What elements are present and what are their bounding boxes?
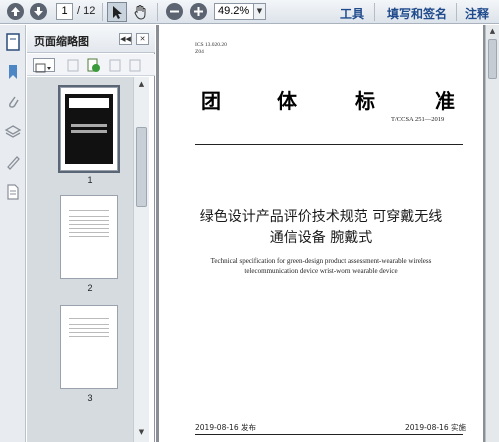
divider-line	[195, 434, 463, 435]
scroll-up-icon[interactable]: ▲	[136, 79, 147, 90]
arrow-up-icon	[11, 7, 20, 16]
next-page-button[interactable]	[30, 3, 47, 20]
previous-page-button[interactable]	[7, 3, 24, 20]
ics-line: ICS 13.020.20	[195, 42, 227, 48]
document-icon[interactable]	[4, 183, 22, 201]
zoom-input[interactable]: 49.2%	[214, 3, 254, 20]
bookmark-icon[interactable]	[4, 63, 22, 81]
thumbnails-scrollbar[interactable]: ▲ ▼	[133, 77, 149, 442]
rotate-page-icon[interactable]	[107, 57, 123, 73]
zoom-in-button[interactable]	[190, 3, 207, 20]
scroll-down-icon[interactable]: ▼	[136, 427, 147, 438]
ics-line: Z04	[195, 49, 204, 55]
minus-icon	[170, 10, 179, 13]
paperclip-icon[interactable]	[4, 93, 22, 111]
plus-icon	[194, 7, 203, 16]
page-count: / 12	[77, 5, 96, 17]
signature-pen-icon[interactable]	[4, 153, 22, 171]
heading-char: 准	[435, 89, 455, 113]
collapse-panel-button[interactable]: ◀◀	[119, 33, 132, 45]
implement-date: 2019-08-16 实施	[405, 423, 466, 432]
toolbar-divider	[374, 3, 375, 21]
select-tool-button[interactable]	[107, 2, 127, 22]
thumbnail-page-2[interactable]	[60, 195, 118, 279]
thumbnail-preview	[65, 94, 113, 164]
publish-date: 2019-08-16 发布	[195, 423, 256, 432]
toolbar-divider	[102, 3, 103, 21]
thumbnails-toolbar	[27, 54, 155, 76]
thumbnails-panel: 页面缩略图 ◀◀ ✕ 1 2 3 ▲ ▼	[27, 25, 155, 442]
heading-char: 标	[355, 89, 375, 113]
title-cn-line-2: 通信设备 腕戴式	[269, 230, 373, 246]
close-icon: ✕	[139, 35, 146, 43]
fill-sign-menu[interactable]: 填写和签名	[387, 5, 447, 22]
document-page: ICS 13.020.20 Z04 团 体 标 准 T/CCSA 251—201…	[159, 25, 483, 442]
thumbnails-header: 页面缩略图 ◀◀ ✕	[27, 25, 155, 53]
thumbnail-number: 1	[87, 175, 93, 185]
cursor-arrow-icon	[113, 6, 122, 19]
close-panel-button[interactable]: ✕	[136, 33, 149, 45]
scrollbar-thumb[interactable]	[488, 39, 497, 79]
chevron-down-icon: ▼	[256, 7, 263, 15]
extract-page-icon[interactable]	[127, 57, 143, 73]
list-options-icon	[35, 63, 51, 73]
scrollbar-thumb[interactable]	[136, 127, 147, 207]
ics-code: ICS 13.020.20 Z04	[195, 42, 227, 56]
thumbnail-page-3[interactable]	[60, 305, 118, 389]
hand-icon	[134, 5, 146, 20]
page-thumbnails-icon[interactable]	[4, 33, 22, 51]
title-cn-line-1: 绿色设计产品评价技术规范 可穿戴无线	[199, 209, 443, 225]
main-toolbar: 1 / 12 49.2% ▼ 工具 填写和签名 注释	[0, 0, 499, 24]
delete-page-icon[interactable]	[65, 57, 81, 73]
divider-line	[195, 144, 463, 145]
thumbnail-page-1[interactable]	[58, 85, 120, 173]
zoom-out-button[interactable]	[166, 3, 183, 20]
panel-title: 页面缩略图	[34, 35, 89, 48]
heading-char: 体	[277, 89, 297, 113]
toolbar-divider	[157, 3, 158, 21]
thumbnail-list: 1 2 3	[27, 77, 133, 442]
title-en-line-1: Technical specification for green-design…	[210, 257, 432, 265]
zoom-dropdown-button[interactable]: ▼	[254, 3, 266, 20]
standard-number: T/CCSA 251—2019	[391, 116, 445, 123]
navigation-rail	[0, 25, 26, 442]
document-scrollbar[interactable]: ▲	[485, 25, 499, 442]
insert-page-icon[interactable]	[85, 57, 101, 73]
thumbnail-number: 3	[87, 393, 93, 403]
toolbar-divider	[456, 3, 457, 21]
arrow-down-icon	[34, 7, 43, 16]
hand-tool-button[interactable]	[131, 2, 151, 22]
options-menu-button[interactable]	[33, 58, 55, 73]
comment-menu[interactable]: 注释	[465, 5, 489, 22]
double-chevron-left-icon: ◀◀	[120, 35, 131, 43]
page-number-input[interactable]: 1	[56, 3, 73, 20]
heading-char: 团	[201, 89, 221, 113]
title-en-line-2: telecommunication device wrist-worn wear…	[244, 267, 398, 275]
layers-icon[interactable]	[4, 123, 22, 141]
thumbnail-number: 2	[87, 283, 93, 293]
scroll-up-icon[interactable]: ▲	[488, 27, 497, 36]
tools-menu[interactable]: 工具	[340, 5, 364, 22]
document-view: ICS 13.020.20 Z04 团 体 标 准 T/CCSA 251—201…	[156, 25, 499, 442]
